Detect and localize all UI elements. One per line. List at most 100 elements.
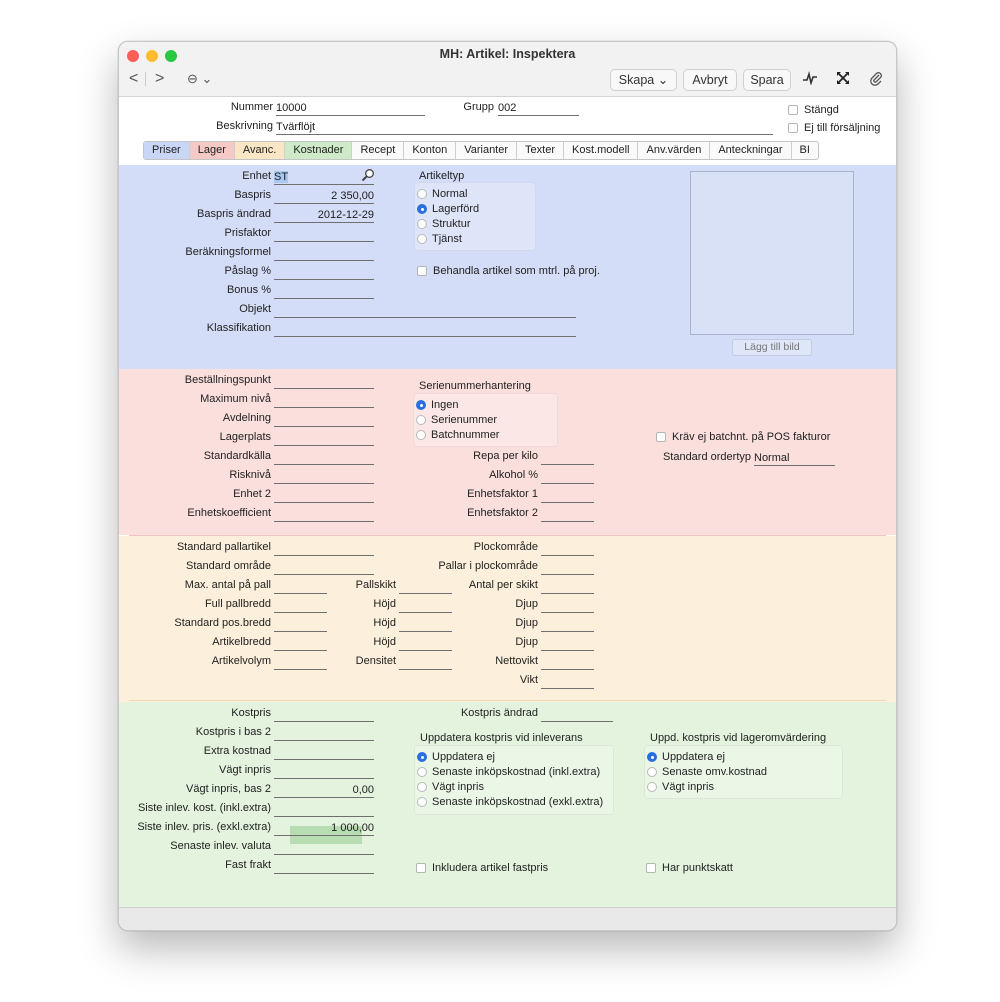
max-per-pallet-field[interactable] <box>274 579 327 594</box>
item-width-field[interactable] <box>274 636 327 651</box>
tab-priser[interactable]: Priser <box>144 142 190 159</box>
extra-cost-field[interactable] <box>274 745 374 760</box>
radio-revaluation-1[interactable] <box>647 752 657 762</box>
density-field[interactable] <box>399 655 452 670</box>
cost-changed-field[interactable] <box>541 707 613 722</box>
not-for-sale-checkbox[interactable]: Ej till försäljning <box>788 122 880 135</box>
object-field[interactable] <box>274 303 576 318</box>
radio-lagerford[interactable] <box>417 204 427 214</box>
depth-field-3[interactable] <box>541 636 594 651</box>
tab-kostnader[interactable]: Kostnader <box>285 142 353 159</box>
radio-delivery-4[interactable] <box>417 797 427 807</box>
cancel-button[interactable]: Avbryt <box>683 69 737 91</box>
pricefactor-field[interactable] <box>274 227 374 242</box>
has-excise-box[interactable] <box>646 863 656 873</box>
delivery-option-4[interactable]: Senaste inköpskostnad (exkl.extra) <box>417 796 603 809</box>
markup-field[interactable] <box>274 265 374 280</box>
tab-konton[interactable]: Konton <box>404 142 457 159</box>
item-type-tjanst[interactable]: Tjänst <box>417 233 462 246</box>
treat-as-material-box[interactable] <box>417 266 427 276</box>
serial-ingen[interactable]: Ingen <box>416 399 459 412</box>
item-type-lagerford[interactable]: Lagerförd <box>417 203 479 216</box>
forward-button[interactable]: > <box>155 70 164 88</box>
pallets-in-picking-field[interactable] <box>541 560 594 575</box>
baseprice-field[interactable]: 2 350,00 <box>274 189 374 204</box>
radio-revaluation-2[interactable] <box>647 767 657 777</box>
radio-struktur[interactable] <box>417 219 427 229</box>
expand-icon[interactable] <box>836 71 850 88</box>
calc-formula-field[interactable] <box>274 246 374 261</box>
classification-field[interactable] <box>274 322 576 337</box>
description-field[interactable]: Tvärflöjt <box>276 120 773 135</box>
tab-varianter[interactable]: Varianter <box>456 142 518 159</box>
unitfactor1-field[interactable] <box>541 488 594 503</box>
cost-price-base2-field[interactable] <box>274 726 374 741</box>
group-field[interactable]: 002 <box>498 101 579 116</box>
serial-batchnummer[interactable]: Batchnummer <box>416 429 499 442</box>
radio-ingen[interactable] <box>416 400 426 410</box>
risk-field[interactable] <box>274 469 374 484</box>
std-area-field[interactable] <box>274 560 374 575</box>
item-type-normal[interactable]: Normal <box>417 188 467 201</box>
std-pos-width-field[interactable] <box>274 617 327 632</box>
create-button[interactable]: Skapa ⌄ <box>610 69 677 91</box>
std-ordertype-field[interactable]: Normal <box>754 451 835 466</box>
last-cost-incl-field[interactable] <box>274 802 374 817</box>
picking-area-field[interactable] <box>541 541 594 556</box>
has-excise-checkbox[interactable]: Har punktskatt <box>646 862 733 875</box>
item-type-struktur[interactable]: Struktur <box>417 218 471 231</box>
bonus-field[interactable] <box>274 284 374 299</box>
radio-normal[interactable] <box>417 189 427 199</box>
count-per-layer-field[interactable] <box>541 579 594 594</box>
max-level-field[interactable] <box>274 393 374 408</box>
search-icon[interactable] <box>361 168 375 185</box>
radio-revaluation-3[interactable] <box>647 782 657 792</box>
radio-delivery-1[interactable] <box>417 752 427 762</box>
delivery-option-3[interactable]: Vägt inpris <box>417 781 484 794</box>
unit2-field[interactable] <box>274 488 374 503</box>
reorder-point-field[interactable] <box>274 374 374 389</box>
include-fixed-price-checkbox[interactable]: Inkludera artikel fastpris <box>416 862 548 875</box>
height-field-1[interactable] <box>399 598 452 613</box>
add-image-button[interactable]: Lägg till bild <box>732 339 812 356</box>
std-pallet-field[interactable] <box>274 541 374 556</box>
radio-delivery-3[interactable] <box>417 782 427 792</box>
delivery-option-1[interactable]: Uppdatera ej <box>417 751 495 764</box>
weight-field[interactable] <box>541 674 594 689</box>
radio-tjanst[interactable] <box>417 234 427 244</box>
last-price-excl-field[interactable]: 1 000,00 <box>274 821 374 836</box>
alcohol-field[interactable] <box>541 469 594 484</box>
delivery-option-2[interactable]: Senaste inköpskostnad (inkl.extra) <box>417 766 600 779</box>
tab-anteckningar[interactable]: Anteckningar <box>710 142 792 159</box>
revaluation-option-1[interactable]: Uppdatera ej <box>647 751 725 764</box>
unit-coef-field[interactable] <box>274 507 374 522</box>
back-button[interactable]: < <box>129 70 138 88</box>
tab-avanc[interactable]: Avanc. <box>234 142 286 159</box>
std-source-field[interactable] <box>274 450 374 465</box>
closed-checkbox[interactable]: Stängd <box>788 104 839 117</box>
serial-serienummer[interactable]: Serienummer <box>416 414 497 427</box>
unitfactor2-field[interactable] <box>541 507 594 522</box>
department-field[interactable] <box>274 412 374 427</box>
no-batch-pos-box[interactable] <box>656 432 666 442</box>
tab-lager[interactable]: Lager <box>189 142 235 159</box>
number-field[interactable]: 10000 <box>276 101 425 116</box>
not-for-sale-checkbox-box[interactable] <box>788 123 798 133</box>
weighted-price-base2-field[interactable]: 0,00 <box>274 783 374 798</box>
revaluation-option-2[interactable]: Senaste omv.kostnad <box>647 766 767 779</box>
last-currency-field[interactable] <box>274 840 374 855</box>
treat-as-material-checkbox[interactable]: Behandla artikel som mtrl. på proj. <box>417 265 600 278</box>
fixed-freight-field[interactable] <box>274 859 374 874</box>
radio-batchnummer[interactable] <box>416 430 426 440</box>
cost-price-field[interactable] <box>274 707 374 722</box>
closed-checkbox-box[interactable] <box>788 105 798 115</box>
tab-bi[interactable]: BI <box>792 142 818 159</box>
no-batch-pos-checkbox[interactable]: Kräv ej batchnt. på POS fakturor <box>656 431 830 444</box>
repa-field[interactable] <box>541 450 594 465</box>
baseprice-changed-field[interactable]: 2012-12-29 <box>274 208 374 223</box>
depth-field-1[interactable] <box>541 598 594 613</box>
pallet-layer-field[interactable] <box>399 579 452 594</box>
location-field[interactable] <box>274 431 374 446</box>
save-button[interactable]: Spara <box>743 69 791 91</box>
height-field-2[interactable] <box>399 617 452 632</box>
